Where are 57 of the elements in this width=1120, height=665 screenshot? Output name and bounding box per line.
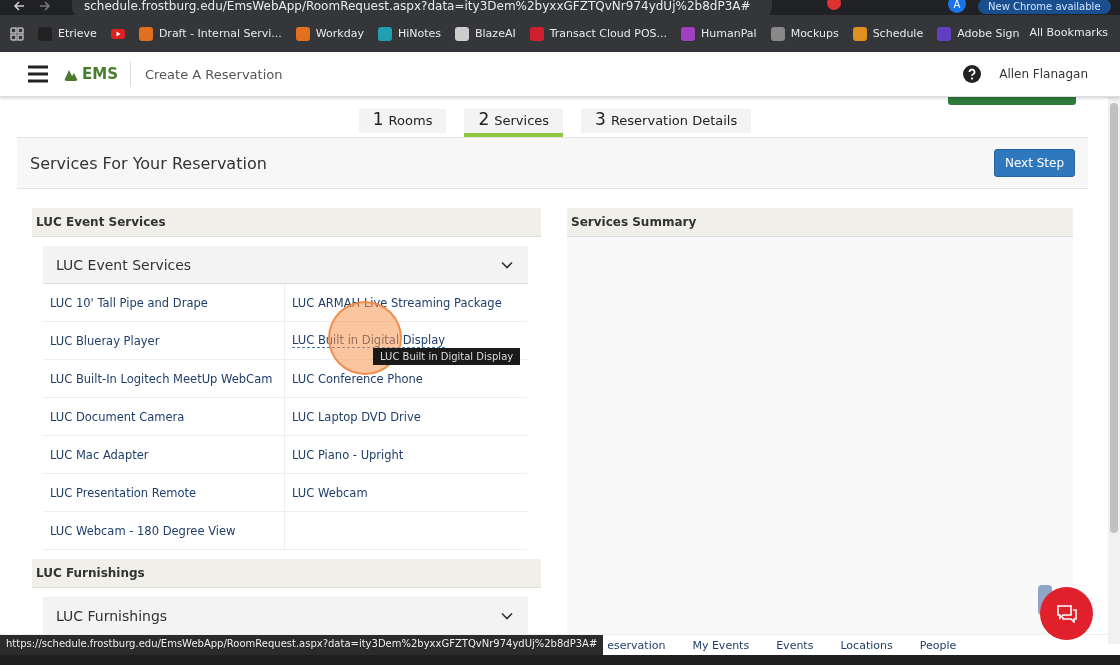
bookmark-link[interactable]: Mockups bbox=[790, 27, 839, 40]
all-bookmarks[interactable]: All Bookmarks bbox=[1029, 26, 1108, 39]
service-link[interactable]: LUC 10' Tall Pipe and Drape bbox=[50, 295, 208, 310]
bookmark-link[interactable]: Draft - Internal Servi... bbox=[158, 27, 282, 40]
group-header[interactable]: LUC Event Services bbox=[43, 246, 528, 284]
service-link[interactable]: LUC Built-In Logitech MeetUp WebCam bbox=[50, 371, 273, 386]
section-header: LUC Furnishings bbox=[32, 559, 541, 588]
help-icon[interactable] bbox=[963, 65, 982, 83]
back-icon[interactable] bbox=[12, 0, 26, 13]
service-link[interactable]: LUC Laptop DVD Drive bbox=[292, 409, 421, 424]
service-link[interactable]: LUC Mac Adapter bbox=[50, 447, 149, 462]
user-name[interactable]: Allen Flanagan bbox=[999, 67, 1088, 81]
group-title: LUC Event Services bbox=[56, 256, 192, 273]
play-icon[interactable] bbox=[110, 26, 125, 41]
chat-icon bbox=[1056, 604, 1077, 623]
profile-avatar[interactable]: A bbox=[948, 0, 966, 13]
bookmark-link[interactable]: Etrieve bbox=[58, 27, 97, 40]
section-header: LUC Event Services bbox=[32, 208, 541, 237]
apps-icon[interactable] bbox=[10, 26, 24, 41]
ems-logo[interactable]: EMS bbox=[64, 61, 131, 87]
next-step-button[interactable]: Next Step bbox=[993, 149, 1075, 177]
bookmark-link[interactable]: BlazeAI bbox=[475, 27, 516, 40]
footer-link[interactable]: Locations bbox=[840, 638, 893, 652]
group-title: LUC Furnishings bbox=[56, 607, 168, 624]
tooltip: LUC Built in Digital Display bbox=[373, 348, 521, 365]
service-link[interactable]: LUC Conference Phone bbox=[292, 371, 423, 386]
service-link[interactable]: LUC Blueray Player bbox=[50, 333, 160, 348]
bookmark-link[interactable]: Adobe Sign bbox=[957, 27, 1020, 40]
bookmark-link[interactable]: Workday bbox=[315, 27, 364, 40]
forward-icon[interactable] bbox=[38, 0, 52, 13]
panel-title: Services For Your Reservation bbox=[30, 153, 267, 173]
step-tab[interactable]: 2 Services bbox=[464, 109, 564, 137]
service-link[interactable]: LUC Presentation Remote bbox=[50, 485, 197, 500]
step-tab[interactable]: 1 Rooms bbox=[358, 109, 447, 133]
service-link[interactable]: LUC Webcam - 180 Degree View bbox=[50, 523, 236, 538]
extension-icon[interactable] bbox=[827, 0, 841, 10]
footer-link[interactable]: eservation bbox=[607, 638, 666, 652]
step-tab[interactable]: 3 Reservation Details bbox=[581, 109, 752, 133]
brand-name: EMS bbox=[82, 65, 118, 83]
group-header[interactable]: LUC Furnishings bbox=[43, 597, 528, 635]
footer-link[interactable]: My Events bbox=[692, 638, 750, 652]
service-link[interactable]: LUC Document Camera bbox=[50, 409, 185, 424]
menu-icon[interactable] bbox=[28, 65, 48, 83]
status-url: https://schedule.frostburg.edu/EmsWebApp/RoomRequest.aspx?data=ity3Dem%2byxxGFZTQvNr974ydUj%2b8dP3A# bbox=[0, 635, 604, 655]
update-button[interactable]: New Chrome available bbox=[978, 0, 1111, 14]
service-link[interactable]: LUC Webcam bbox=[292, 485, 368, 500]
bookmark-link[interactable]: HiNotes bbox=[397, 27, 441, 40]
footer-link[interactable]: Events bbox=[776, 638, 814, 652]
bookmark-link[interactable]: Schedule bbox=[872, 27, 924, 40]
address-bar[interactable]: schedule.frostburg.edu/EmsWebApp/RoomRequest.aspx?data=ity3Dem%2byxxGFZTQvNr974ydUj%2b8dP3A# bbox=[72, 0, 772, 15]
url-text: schedule.frostburg.edu/EmsWebApp/RoomRequest.aspx?data=ity3Dem%2byxxGFZTQvNr974ydUj%2b8dP3A# bbox=[84, 0, 751, 13]
bookmark-link[interactable]: HumanPal bbox=[701, 27, 757, 40]
section-header: Services Summary bbox=[567, 208, 1073, 237]
service-link[interactable]: LUC Piano - Upright bbox=[292, 447, 404, 462]
bookmark-link[interactable]: Transact Cloud POS... bbox=[549, 27, 668, 40]
footer-link[interactable]: People bbox=[919, 638, 957, 652]
page-title: Create A Reservation bbox=[145, 66, 283, 82]
